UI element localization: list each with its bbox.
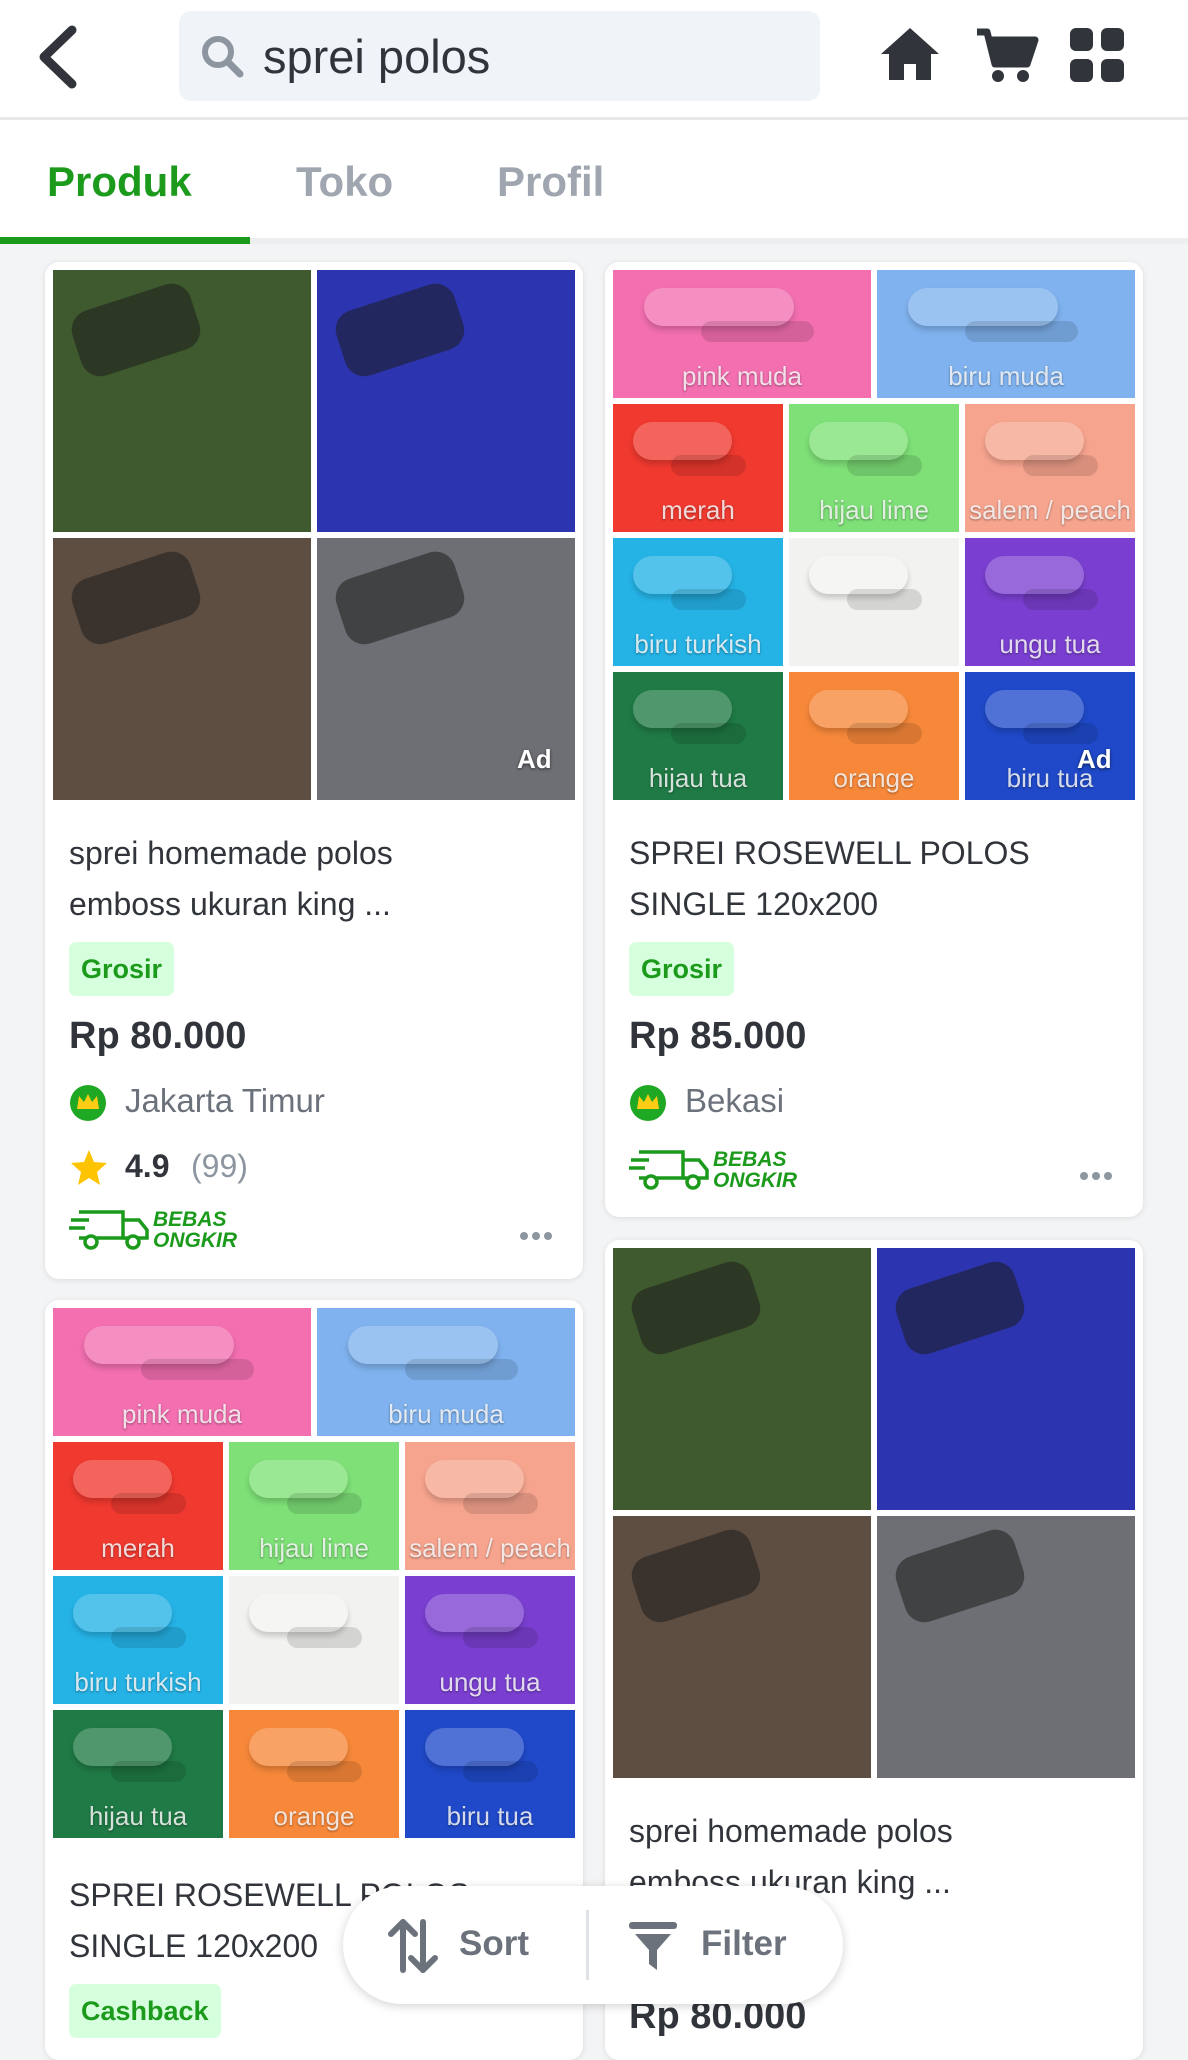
color-swatch-tile bbox=[613, 1516, 871, 1778]
top-bar bbox=[0, 0, 1188, 120]
back-arrow-icon[interactable] bbox=[30, 22, 90, 92]
color-swatch-tile: ungu tua bbox=[405, 1576, 575, 1704]
color-swatch-tile: salem / peach bbox=[405, 1442, 575, 1570]
tab-profil[interactable]: Profil bbox=[497, 158, 604, 206]
cart-icon[interactable] bbox=[973, 22, 1039, 88]
cashback-badge: Cashback bbox=[69, 1984, 221, 2038]
active-tab-indicator bbox=[0, 237, 250, 244]
color-label: hijau lime bbox=[259, 1533, 369, 1563]
color-label: orange bbox=[833, 763, 915, 793]
color-swatch-tile: hijau lime bbox=[229, 1442, 399, 1570]
product-image[interactable]: pink muda biru muda merah hijau lime salem /… bbox=[613, 270, 1135, 800]
color-swatch-tile: hijau tua bbox=[613, 672, 783, 800]
filter-button[interactable]: Filter bbox=[589, 1886, 843, 2004]
color-swatch-tile: biru tua bbox=[405, 1710, 575, 1838]
product-title: sprei homemade polos emboss ukuran king .… bbox=[69, 835, 393, 922]
svg-text:BEBAS: BEBAS bbox=[153, 1208, 227, 1231]
star-icon bbox=[71, 1150, 107, 1185]
sort-filter-bar: Sort Filter bbox=[343, 1886, 843, 2004]
color-swatch-tile: merah bbox=[613, 404, 783, 532]
sort-button[interactable]: Sort bbox=[343, 1886, 586, 2004]
svg-text:ONGKIR: ONGKIR bbox=[713, 1169, 798, 1192]
color-label: hijau lime bbox=[819, 495, 929, 525]
color-label: pink muda bbox=[122, 1399, 242, 1429]
grosir-badge: Grosir bbox=[629, 942, 735, 996]
filter-icon bbox=[629, 1922, 677, 1970]
official-store-icon bbox=[630, 1085, 666, 1121]
color-swatch-tile: ungu tua bbox=[965, 538, 1135, 666]
color-label: hijau tua bbox=[88, 1801, 188, 1831]
product-price: Rp 80.000 bbox=[69, 1015, 247, 1057]
color-swatch-tile: hijau lime bbox=[789, 404, 959, 532]
color-label: ungu tua bbox=[999, 629, 1101, 659]
color-swatch-tile: biru turkish bbox=[613, 538, 783, 666]
color-label: salem / peach bbox=[969, 495, 1131, 525]
svg-text:BEBAS: BEBAS bbox=[713, 1148, 787, 1171]
color-swatch-tile: salem / peach bbox=[965, 404, 1135, 532]
grosir-badge: Grosir bbox=[69, 942, 175, 996]
color-swatch-tile: biru muda bbox=[317, 1308, 575, 1436]
color-label: biru muda bbox=[388, 1399, 504, 1429]
ad-badge: Ad bbox=[517, 744, 552, 774]
bebas-ongkir-badge: BEBAS ONGKIR bbox=[69, 1202, 259, 1252]
official-store-icon bbox=[70, 1085, 106, 1121]
color-swatch-tile: pink muda bbox=[613, 270, 871, 398]
color-swatch-tile bbox=[613, 1248, 871, 1510]
color-swatch-tile: merah bbox=[53, 1442, 223, 1570]
color-swatch-tile: orange bbox=[789, 672, 959, 800]
color-label: biru tua bbox=[446, 1801, 534, 1831]
color-label: orange bbox=[273, 1801, 355, 1831]
color-swatch-tile bbox=[53, 270, 311, 532]
color-label: pink muda bbox=[682, 361, 802, 391]
color-label: merah bbox=[101, 1533, 175, 1563]
product-image[interactable]: pink muda biru muda merah hijau lime salem /… bbox=[53, 1308, 575, 1838]
color-swatch-tile: pink muda bbox=[53, 1308, 311, 1436]
product-title: SPREI ROSEWELL POLOS SINGLE 120x200 bbox=[629, 835, 1030, 922]
color-swatch-tile: hijau tua bbox=[53, 1710, 223, 1838]
product-image[interactable] bbox=[613, 1248, 1135, 1778]
tab-produk[interactable]: Produk bbox=[47, 158, 192, 206]
search-icon bbox=[202, 36, 244, 78]
more-options-icon[interactable] bbox=[520, 1227, 560, 1241]
search-bar[interactable] bbox=[179, 11, 820, 101]
color-swatch-tile: orange bbox=[229, 1710, 399, 1838]
color-swatch-tile bbox=[53, 538, 311, 800]
color-label: biru turkish bbox=[634, 629, 762, 659]
svg-text:ONGKIR: ONGKIR bbox=[153, 1229, 238, 1252]
color-swatch-tile bbox=[789, 538, 959, 666]
color-swatch-tile bbox=[229, 1576, 399, 1704]
color-swatch-tile: biru tua bbox=[965, 672, 1135, 800]
more-options-icon[interactable] bbox=[1080, 1167, 1120, 1181]
sort-icon bbox=[388, 1919, 438, 1973]
color-label: biru turkish bbox=[74, 1667, 202, 1697]
color-swatch-tile bbox=[877, 1248, 1135, 1510]
product-card[interactable]: pink muda biru muda merah hijau lime salem /… bbox=[605, 262, 1143, 1217]
color-label: hijau tua bbox=[648, 763, 748, 793]
product-price: Rp 85.000 bbox=[629, 1015, 807, 1057]
product-card[interactable]: Ad sprei homemade polos emboss ukuran kin… bbox=[45, 262, 583, 1279]
color-label: merah bbox=[661, 495, 735, 525]
color-swatch-tile bbox=[317, 270, 575, 532]
color-label: ungu tua bbox=[439, 1667, 541, 1697]
product-image[interactable] bbox=[53, 270, 575, 800]
bebas-ongkir-badge: BEBAS ONGKIR bbox=[629, 1142, 819, 1192]
search-input[interactable] bbox=[263, 21, 793, 91]
color-swatch-tile: biru muda bbox=[877, 270, 1135, 398]
color-swatch-tile bbox=[877, 1516, 1135, 1778]
color-swatch-tile: biru turkish bbox=[53, 1576, 223, 1704]
tab-toko[interactable]: Toko bbox=[296, 158, 393, 206]
ad-badge: Ad bbox=[1077, 744, 1112, 774]
tab-bar: Produk Toko Profil bbox=[0, 120, 1188, 244]
home-icon[interactable] bbox=[877, 22, 943, 88]
color-label: biru muda bbox=[948, 361, 1064, 391]
color-label: salem / peach bbox=[409, 1533, 571, 1563]
grid-menu-icon[interactable] bbox=[1064, 22, 1130, 88]
